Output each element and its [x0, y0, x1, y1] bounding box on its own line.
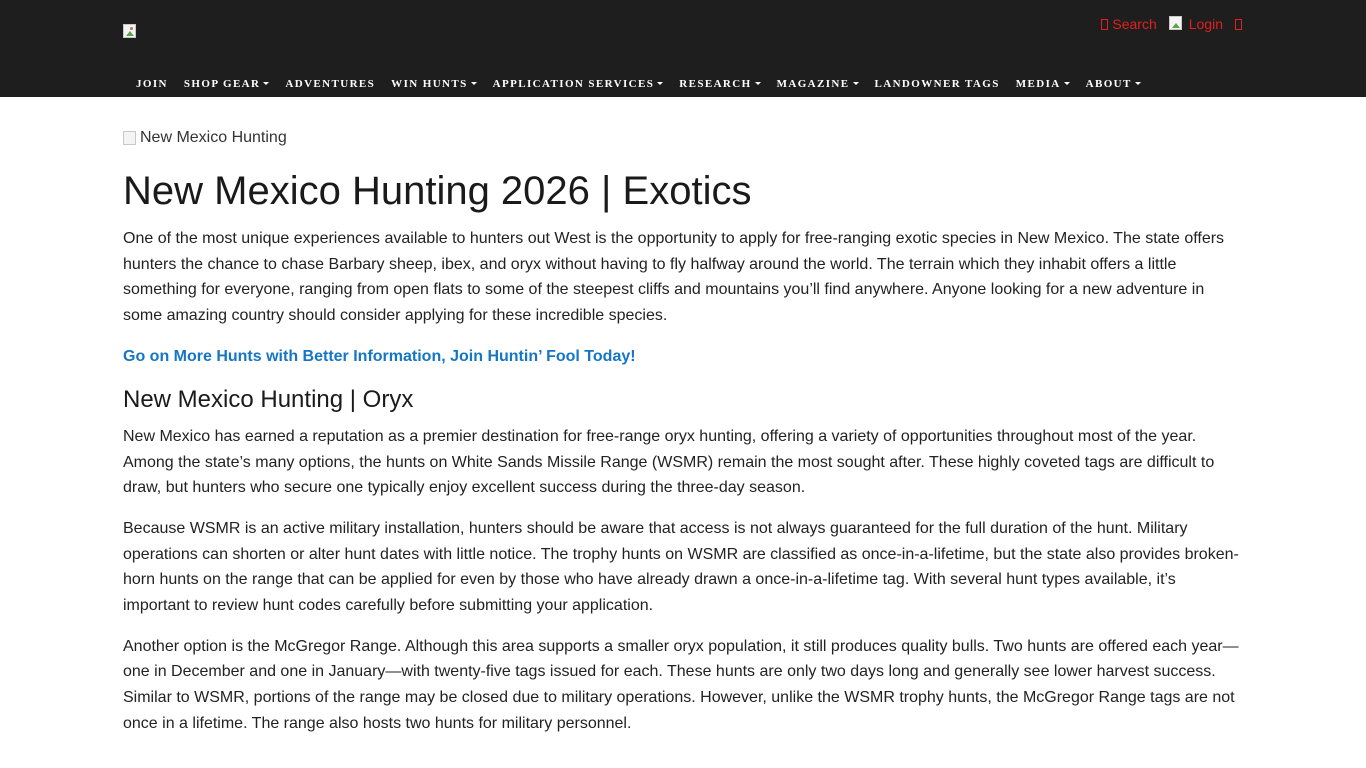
cart-icon	[1235, 18, 1242, 30]
caret-down-icon	[754, 82, 761, 85]
section-paragraph: Because WSMR is an active military insta…	[123, 519, 1239, 615]
search-icon	[1101, 18, 1109, 30]
section-paragraph: New Mexico has earned a reputation as a …	[123, 427, 1215, 497]
login-label: Login	[1188, 16, 1223, 32]
search-label: Search	[1112, 16, 1157, 32]
caret-down-icon	[1063, 82, 1070, 85]
section-paragraph: Another option is the McGregor Range. Al…	[123, 637, 1239, 732]
join-cta-link[interactable]: Go on More Hunts with Better Information…	[123, 344, 1243, 369]
nav-item-magazine[interactable]: MAGAZINE	[769, 75, 867, 93]
hero-image: New Mexico Hunting	[123, 126, 1243, 150]
caret-down-icon	[470, 82, 477, 85]
caret-down-icon	[657, 82, 664, 85]
hero-image-alt: New Mexico Hunting	[140, 129, 287, 146]
search-link[interactable]: Search	[1101, 16, 1157, 32]
nav-item-about[interactable]: ABOUT	[1078, 75, 1149, 93]
utility-nav: Search Login	[1101, 15, 1242, 33]
nav-item-win-hunts[interactable]: WIN HUNTS	[383, 75, 484, 93]
site-header: Search Login JOIN SHOP GEAR ADVENTURES W…	[0, 0, 1366, 97]
nav-item-application-services[interactable]: APPLICATION SERVICES	[485, 75, 672, 93]
broken-image-icon	[123, 24, 136, 38]
nav-item-join[interactable]: JOIN	[128, 75, 176, 93]
nav-item-research[interactable]: RESEARCH	[671, 75, 768, 93]
main-content: New Mexico Hunting New Mexico Hunting 20…	[123, 126, 1243, 737]
page-title: New Mexico Hunting 2026 | Exotics	[123, 169, 752, 213]
nav-item-adventures[interactable]: ADVENTURES	[277, 75, 383, 93]
intro-paragraph: One of the most unique experiences avail…	[123, 230, 1225, 325]
login-link[interactable]: Login	[1168, 16, 1223, 32]
site-logo[interactable]	[123, 24, 139, 40]
user-avatar-icon	[1168, 16, 1185, 32]
nav-item-media[interactable]: MEDIA	[1008, 75, 1078, 93]
cart-link[interactable]	[1235, 18, 1242, 30]
broken-image-icon	[123, 130, 139, 146]
caret-down-icon	[263, 82, 270, 85]
caret-down-icon	[852, 82, 859, 85]
nav-item-landowner-tags[interactable]: LANDOWNER TAGS	[867, 75, 1008, 93]
section-heading: New Mexico Hunting | Oryx	[123, 385, 414, 413]
caret-down-icon	[1134, 82, 1141, 85]
nav-item-shop-gear[interactable]: SHOP GEAR	[176, 75, 277, 93]
main-nav: JOIN SHOP GEAR ADVENTURES WIN HUNTS APPL…	[128, 75, 1149, 93]
